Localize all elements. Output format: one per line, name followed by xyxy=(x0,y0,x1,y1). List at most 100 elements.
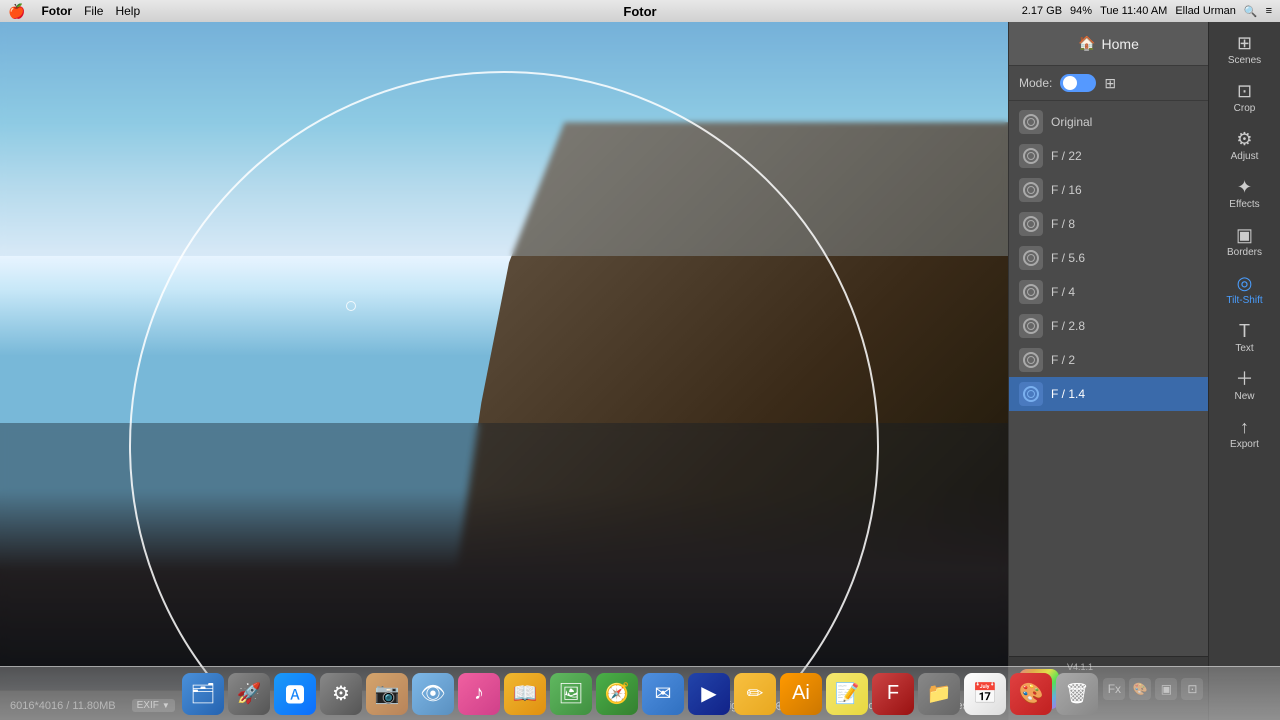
tool-crop[interactable]: ⊡ Crop xyxy=(1213,74,1277,120)
filter-label-f14: F / 1.4 xyxy=(1051,387,1085,401)
toggle-track[interactable] xyxy=(1060,74,1096,92)
dock-item-trash[interactable]: 🗑 xyxy=(1056,673,1098,715)
filter-item-f56[interactable]: F / 5.6 xyxy=(1009,241,1208,275)
filter-icon-f28 xyxy=(1019,314,1043,338)
tool-new[interactable]: ＋ New xyxy=(1213,362,1277,408)
menubar-right: 2.17 GB 94% Tue 11:40 AM Ellad Urman 🔍 ≡ xyxy=(1022,5,1272,18)
filter-icon-f4 xyxy=(1019,280,1043,304)
filter-icon-f2 xyxy=(1019,348,1043,372)
tool-text[interactable]: TText xyxy=(1213,314,1277,360)
toggle-thumb xyxy=(1063,76,1077,90)
tool-icon-scenes: ⊞ xyxy=(1237,34,1252,52)
dock-item-fotor[interactable]: F xyxy=(872,673,914,715)
filter-label-f8: F / 8 xyxy=(1051,217,1075,231)
dock-item-notes[interactable]: 📝 xyxy=(826,673,868,715)
filter-item-f2[interactable]: F / 2 xyxy=(1009,343,1208,377)
tool-tiltshift[interactable]: ◎ Tilt-Shift xyxy=(1213,266,1277,312)
filter-item-original[interactable]: Original xyxy=(1009,105,1208,139)
tool-icon-effects: ✦ xyxy=(1237,178,1252,196)
dock-item-appstore[interactable]: 🅰 xyxy=(274,673,316,715)
tool-label-effects: Effects xyxy=(1229,199,1259,210)
filter-label-original: Original xyxy=(1051,115,1092,129)
photo-container[interactable] xyxy=(0,22,1008,690)
tool-icon-adjust: ⚙ xyxy=(1236,130,1252,148)
filter-icon-f22 xyxy=(1019,144,1043,168)
tool-export[interactable]: ↑ Export xyxy=(1213,410,1277,456)
tool-label-crop: Crop xyxy=(1234,103,1256,114)
tool-label-adjust: Adjust xyxy=(1231,151,1259,162)
dock-item-ibooks[interactable]: 📖 xyxy=(504,673,546,715)
dock-item-launchpad[interactable]: 🚀 xyxy=(228,673,270,715)
filter-icon-f56 xyxy=(1019,246,1043,270)
dock-item-itunes[interactable]: ♪ xyxy=(458,673,500,715)
filter-item-f4[interactable]: F / 4 xyxy=(1009,275,1208,309)
tool-icon-borders: ▣ xyxy=(1236,226,1253,244)
dock-item-colorpicker[interactable]: 🎨 xyxy=(1010,673,1052,715)
tool-icon-crop: ⊡ xyxy=(1237,82,1252,100)
filter-item-f8[interactable]: F / 8 xyxy=(1009,207,1208,241)
tool-borders[interactable]: ▣Borders xyxy=(1213,218,1277,264)
mode-toggle[interactable] xyxy=(1060,74,1096,92)
dock-item-prefs[interactable]: ⚙ xyxy=(320,673,362,715)
mode-label: Mode: xyxy=(1019,76,1052,90)
tool-label-export: Export xyxy=(1230,439,1259,450)
filter-item-f14[interactable]: F / 1.4 xyxy=(1009,377,1208,411)
menu-file[interactable]: File xyxy=(84,4,103,18)
dock-item-photos[interactable]: 📷 xyxy=(366,673,408,715)
dock-item-sketch[interactable]: ✏ xyxy=(734,673,776,715)
menu-help[interactable]: Help xyxy=(115,4,140,18)
tool-adjust[interactable]: ⚙ Adjust xyxy=(1213,122,1277,168)
tool-icon-export: ↑ xyxy=(1240,418,1249,436)
tool-effects[interactable]: ✦ Effects xyxy=(1213,170,1277,216)
home-label: Home xyxy=(1102,36,1139,52)
filter-label-f22: F / 22 xyxy=(1051,149,1082,163)
dock: 🗂🚀🅰⚙📷👁♪📖🖼🧭✉▶✏Ai📝F📁📅🎨🗑 xyxy=(0,666,1280,720)
tool-icon-new: ＋ xyxy=(1236,370,1254,388)
dock-item-finder[interactable]: 🗂 xyxy=(182,673,224,715)
filter-icon-f8 xyxy=(1019,212,1043,236)
tool-scenes[interactable]: ⊞ Scenes xyxy=(1213,26,1277,72)
clock: Tue 11:40 AM xyxy=(1100,5,1167,17)
filter-icon-f14 xyxy=(1019,382,1043,406)
apple-menu[interactable]: 🍎 xyxy=(8,3,25,20)
filter-label-f16: F / 16 xyxy=(1051,183,1082,197)
filter-icon-original xyxy=(1019,110,1043,134)
tool-icon-text: T xyxy=(1239,322,1250,340)
home-icon: 🏠 xyxy=(1078,35,1095,52)
tool-label-new: New xyxy=(1234,391,1254,402)
mode-selector: Mode: ⊞ xyxy=(1009,66,1208,101)
home-button[interactable]: 🏠 Home xyxy=(1009,22,1208,66)
dock-item-gallery[interactable]: 🖼 xyxy=(550,673,592,715)
memory-indicator: 2.17 GB xyxy=(1022,5,1062,17)
dock-item-mail[interactable]: ✉ xyxy=(642,673,684,715)
app-menu-fotor[interactable]: Fotor xyxy=(41,4,72,18)
search-icon[interactable]: 🔍 xyxy=(1244,5,1258,18)
photo-foreground xyxy=(0,490,1008,690)
dock-item-calendar[interactable]: 📅 xyxy=(964,673,1006,715)
battery-status: 94% xyxy=(1070,5,1092,17)
filter-label-f4: F / 4 xyxy=(1051,285,1075,299)
dock-item-illustrator[interactable]: Ai xyxy=(780,673,822,715)
username: Ellad Urman xyxy=(1175,5,1236,17)
filter-item-f28[interactable]: F / 2.8 xyxy=(1009,309,1208,343)
app-window: 6016*4016 / 11.80MB EXIF ↰ Left ↱ Right … xyxy=(0,22,1280,720)
list-icon[interactable]: ≡ xyxy=(1266,5,1272,17)
dock-item-findermini[interactable]: 📁 xyxy=(918,673,960,715)
filter-icon-f16 xyxy=(1019,178,1043,202)
dock-item-quicktime[interactable]: ▶ xyxy=(688,673,730,715)
tool-label-tiltshift: Tilt-Shift xyxy=(1226,295,1262,306)
menubar: 🍎 Fotor File Help Fotor 2.17 GB 94% Tue … xyxy=(0,0,1280,22)
filter-label-f56: F / 5.6 xyxy=(1051,251,1085,265)
right-panel: 🏠 Home Mode: ⊞ Original F / 22 F / 16 F / 8… xyxy=(1008,22,1208,720)
filter-item-f22[interactable]: F / 22 xyxy=(1009,139,1208,173)
grid-view-icon[interactable]: ⊞ xyxy=(1104,75,1116,92)
filter-label-f2: F / 2 xyxy=(1051,353,1075,367)
tool-icon-tiltshift: ◎ xyxy=(1237,274,1253,292)
filter-item-f16[interactable]: F / 16 xyxy=(1009,173,1208,207)
dock-item-safari[interactable]: 🧭 xyxy=(596,673,638,715)
dock-item-preview[interactable]: 👁 xyxy=(412,673,454,715)
filter-label-f28: F / 2.8 xyxy=(1051,319,1085,333)
tool-label-scenes: Scenes xyxy=(1228,55,1261,66)
canvas-area: 6016*4016 / 11.80MB EXIF ↰ Left ↱ Right … xyxy=(0,22,1008,720)
window-title: Fotor xyxy=(623,4,656,19)
